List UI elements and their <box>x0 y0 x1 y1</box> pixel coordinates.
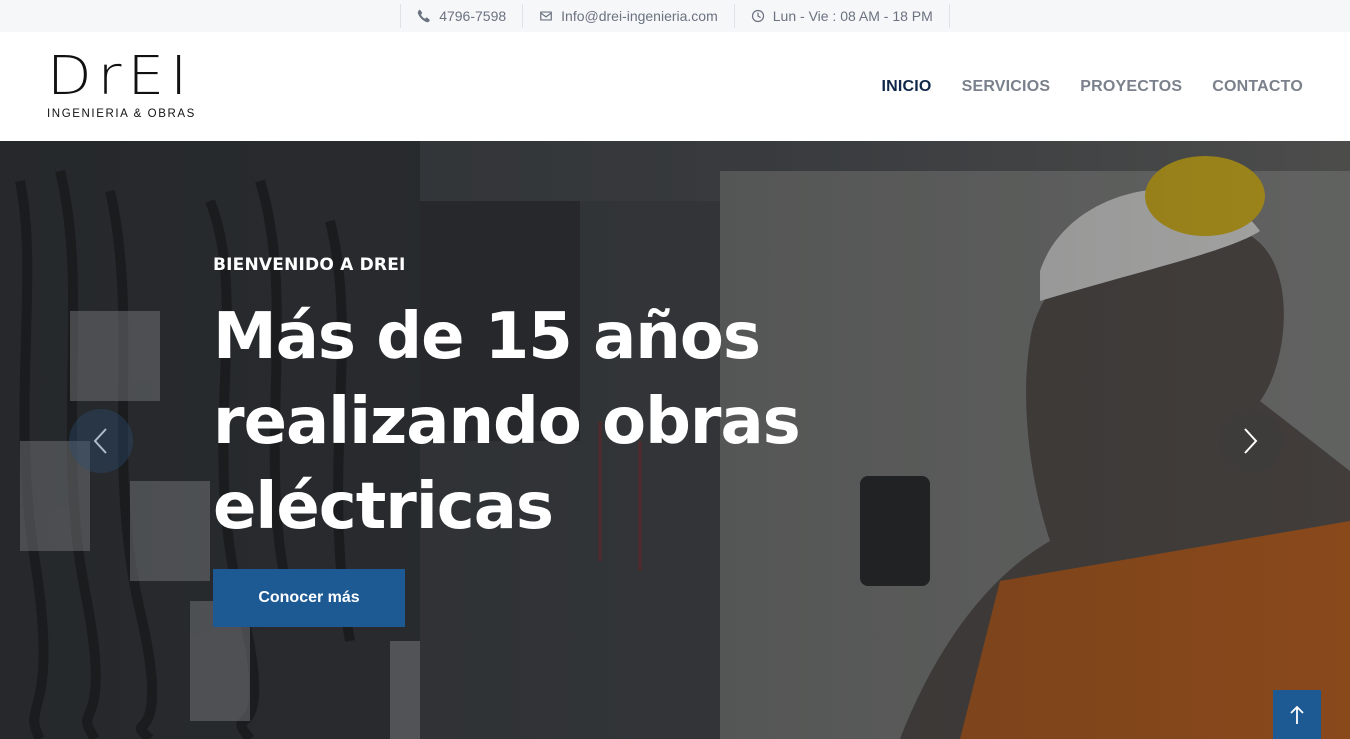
contact-email[interactable]: Info@drei-ingenieria.com <box>522 4 734 28</box>
contact-email-text: Info@drei-ingenieria.com <box>561 8 718 24</box>
contact-hours: Lun - Vie : 08 AM - 18 PM <box>733 4 950 28</box>
slider-prev-button[interactable] <box>69 409 133 473</box>
nav-item-contacto[interactable]: CONTACTO <box>1212 78 1303 96</box>
chevron-right-icon <box>1244 428 1258 454</box>
hero-headline: Más de 15 años realizando obras eléctric… <box>213 300 801 544</box>
contact-hours-text: Lun - Vie : 08 AM - 18 PM <box>772 8 933 24</box>
brand-logo[interactable]: DrEI INGENIERIA & OBRAS <box>47 44 227 124</box>
contact-phone-text: 4796-7598 <box>439 8 507 24</box>
brand-logo-mark: DrEI <box>47 44 194 108</box>
envelope-icon <box>539 9 553 23</box>
hero-kicker: BIENVENIDO A DREI <box>213 255 406 275</box>
hero-slider: BIENVENIDO A DREI Más de 15 años realiza… <box>0 141 1350 739</box>
learn-more-button[interactable]: Conocer más <box>213 569 405 627</box>
back-to-top-button[interactable] <box>1273 690 1321 739</box>
hero-content: BIENVENIDO A DREI Más de 15 años realiza… <box>213 255 913 550</box>
main-nav: INICIO SERVICIOS PROYECTOS CONTACTO <box>881 32 1303 141</box>
top-contact-bar: 4796-7598 Info@drei-ingenieria.com Lun -… <box>0 0 1350 32</box>
nav-item-proyectos[interactable]: PROYECTOS <box>1080 78 1182 96</box>
nav-item-servicios[interactable]: SERVICIOS <box>962 78 1051 96</box>
nav-item-inicio[interactable]: INICIO <box>881 78 931 96</box>
arrow-up-icon <box>1290 705 1304 724</box>
site-header: DrEI INGENIERIA & OBRAS INICIO SERVICIOS… <box>0 32 1350 141</box>
slider-next-button[interactable] <box>1218 409 1282 473</box>
clock-icon <box>751 9 765 23</box>
phone-icon <box>417 9 431 23</box>
chevron-left-icon <box>93 428 107 454</box>
brand-tagline: INGENIERIA & OBRAS <box>47 108 196 120</box>
contact-phone[interactable]: 4796-7598 <box>400 4 522 28</box>
